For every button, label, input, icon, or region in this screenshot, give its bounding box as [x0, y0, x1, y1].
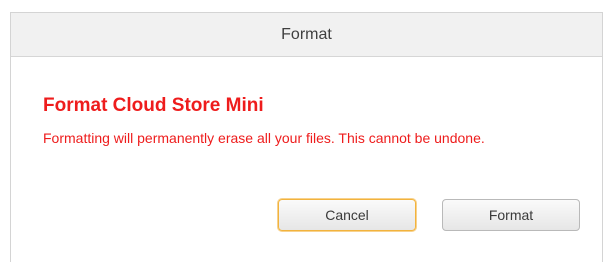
warning-message: Formatting will permanently erase all yo…: [43, 130, 485, 146]
warning-heading: Format Cloud Store Mini: [43, 95, 264, 116]
dialog-title: Format: [281, 25, 332, 43]
dialog-titlebar: Format: [11, 13, 602, 57]
cancel-button[interactable]: Cancel: [278, 199, 416, 231]
format-dialog: Format Format Cloud Store Mini Formattin…: [10, 12, 603, 262]
format-button[interactable]: Format: [442, 199, 580, 231]
